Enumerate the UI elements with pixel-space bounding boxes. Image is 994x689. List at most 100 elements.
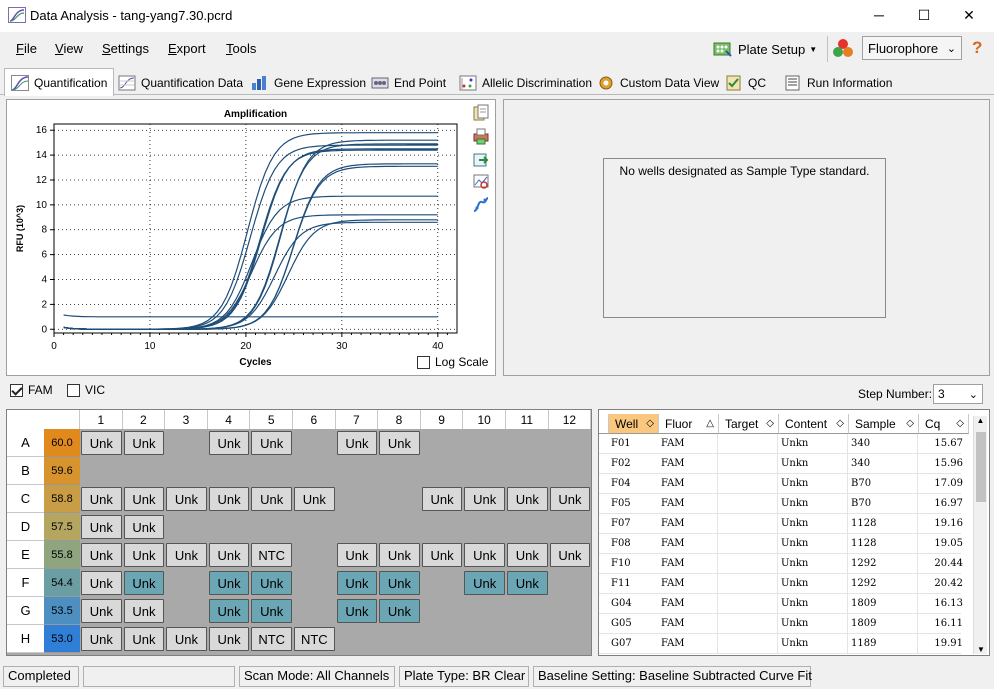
- plate-column-header[interactable]: 9: [420, 410, 464, 429]
- sort-icon[interactable]: ◇: [646, 418, 654, 429]
- fam-check[interactable]: [10, 383, 23, 397]
- fluorophore-color-button[interactable]: [827, 36, 857, 62]
- table-row[interactable]: F02 FAM Unkn 340 15.96: [599, 454, 963, 474]
- table-row[interactable]: F07 FAM Unkn 1128 19.16: [599, 514, 963, 534]
- plate-row-header[interactable]: D: [7, 513, 44, 541]
- table-row[interactable]: F10 FAM Unkn 1292 20.44: [599, 554, 963, 574]
- close-button[interactable]: ✕: [946, 0, 992, 30]
- plate-column-header[interactable]: 1: [80, 410, 123, 429]
- table-row[interactable]: G04 FAM Unkn 1809 16.13: [599, 594, 963, 614]
- log-scale-checkbox[interactable]: Log Scale: [417, 355, 488, 369]
- plate-well[interactable]: Unk: [208, 599, 250, 623]
- plate-well[interactable]: Unk: [123, 487, 165, 511]
- vic-checkbox[interactable]: VIC: [67, 383, 105, 397]
- plate-well[interactable]: Unk: [208, 431, 250, 455]
- plate-well[interactable]: Unk: [336, 543, 378, 567]
- plate-row-header[interactable]: H: [7, 625, 44, 653]
- menu-export[interactable]: Export: [168, 41, 206, 56]
- column-header-cq[interactable]: Cq ◇: [919, 414, 969, 434]
- plate-well[interactable]: Unk: [81, 627, 122, 651]
- plate-well[interactable]: Unk: [81, 599, 122, 623]
- scroll-down-icon[interactable]: ▼: [974, 645, 988, 654]
- tab-allelic-discrimination[interactable]: Allelic Discrimination: [453, 70, 598, 95]
- plate-column-header[interactable]: 5: [250, 410, 293, 429]
- tab-quantification[interactable]: Quantification: [4, 68, 115, 96]
- column-header-sample[interactable]: Sample ◇: [849, 414, 919, 434]
- copy-icon[interactable]: [473, 104, 489, 122]
- table-row[interactable]: F04 FAM Unkn B70 17.09: [599, 474, 963, 494]
- plate-well[interactable]: Unk: [379, 599, 420, 623]
- fluorophore-select[interactable]: Fluorophore ⌄: [862, 36, 962, 60]
- menu-tools[interactable]: Tools: [226, 41, 256, 56]
- plate-well[interactable]: Unk: [294, 487, 335, 511]
- menu-settings[interactable]: Settings: [102, 41, 149, 56]
- plate-well[interactable]: Unk: [507, 571, 548, 595]
- plate-row-header[interactable]: C: [7, 485, 44, 513]
- plate-column-header[interactable]: 6: [293, 410, 336, 429]
- plate-well[interactable]: Unk: [464, 571, 505, 595]
- sort-icon[interactable]: △: [706, 418, 714, 429]
- log-scale-check[interactable]: [417, 355, 430, 369]
- minimize-button[interactable]: ─: [856, 0, 902, 30]
- menu-view[interactable]: View: [55, 41, 83, 56]
- column-header-well[interactable]: Well ◇: [609, 414, 659, 434]
- column-header-target[interactable]: Target ◇: [719, 414, 779, 434]
- amplification-chart[interactable]: Amplification 0 10 20 30 40 0 2 4 6 8 10 12 14 16 Cycle…: [7, 100, 495, 375]
- plate-well[interactable]: Unk: [379, 543, 420, 567]
- plate-row-header[interactable]: B: [7, 457, 44, 485]
- step-number-select[interactable]: 3 ⌄: [933, 384, 983, 404]
- plate-column-header[interactable]: 7: [335, 410, 379, 429]
- plate-well[interactable]: NTC: [251, 543, 292, 567]
- print-icon[interactable]: [473, 127, 489, 145]
- plate-well[interactable]: Unk: [251, 599, 292, 623]
- plate-well[interactable]: Unk: [123, 543, 165, 567]
- plate-well[interactable]: Unk: [123, 431, 165, 455]
- plate-well[interactable]: Unk: [379, 571, 420, 595]
- plate-row-header[interactable]: G: [7, 597, 44, 625]
- sort-icon[interactable]: ◇: [906, 418, 914, 429]
- table-row[interactable]: G05 FAM Unkn 1809 16.11: [599, 614, 963, 634]
- table-scrollbar[interactable]: ▲ ▼: [973, 416, 987, 654]
- tab-end-point[interactable]: End Point: [365, 70, 452, 95]
- plate-well[interactable]: Unk: [464, 543, 505, 567]
- sort-icon[interactable]: ◇: [956, 418, 964, 429]
- plate-well[interactable]: Unk: [251, 487, 292, 511]
- plate-well[interactable]: Unk: [208, 571, 250, 595]
- plate-well[interactable]: Unk: [81, 543, 122, 567]
- plate-column-header[interactable]: 3: [165, 410, 208, 429]
- column-header-content[interactable]: Content ◇: [779, 414, 849, 434]
- plate-well[interactable]: Unk: [208, 543, 250, 567]
- plate-well[interactable]: NTC: [294, 627, 335, 651]
- plate-well[interactable]: Unk: [81, 431, 122, 455]
- tab-custom-data-view[interactable]: Custom Data View: [591, 70, 725, 95]
- table-row[interactable]: F05 FAM Unkn B70 16.97: [599, 494, 963, 514]
- plate-corner[interactable]: [7, 410, 80, 429]
- vic-check[interactable]: [67, 383, 80, 397]
- plate-well[interactable]: Unk: [507, 487, 548, 511]
- plate-column-header[interactable]: 11: [506, 410, 549, 429]
- plate-well[interactable]: Unk: [166, 627, 207, 651]
- table-row[interactable]: F08 FAM Unkn 1128 19.05: [599, 534, 963, 554]
- plate-well[interactable]: Unk: [208, 487, 250, 511]
- plate-row-header[interactable]: E: [7, 541, 44, 569]
- plate-well[interactable]: Unk: [251, 431, 292, 455]
- plate-well[interactable]: Unk: [507, 543, 548, 567]
- tab-gene-expression[interactable]: Gene Expression: [245, 70, 372, 95]
- plate-well[interactable]: Unk: [166, 543, 207, 567]
- plate-well[interactable]: Unk: [336, 571, 378, 595]
- tab-quantification-data[interactable]: Quantification Data: [112, 70, 249, 95]
- menu-file[interactable]: File: [16, 41, 37, 56]
- plate-well[interactable]: Unk: [123, 599, 165, 623]
- plate-well[interactable]: Unk: [464, 487, 505, 511]
- tab-run-information[interactable]: Run Information: [778, 70, 898, 95]
- plate-well[interactable]: Unk: [81, 487, 122, 511]
- plate-well[interactable]: Unk: [123, 571, 165, 595]
- scroll-thumb[interactable]: [976, 432, 986, 502]
- plate-row-header[interactable]: F: [7, 569, 44, 597]
- table-row[interactable]: F11 FAM Unkn 1292 20.42: [599, 574, 963, 594]
- plate-row-header[interactable]: A: [7, 429, 44, 457]
- plate-well[interactable]: Unk: [421, 543, 463, 567]
- plate-setup-button[interactable]: Plate Setup ▼: [712, 38, 820, 60]
- plate-column-header[interactable]: 10: [463, 410, 506, 429]
- plate-well[interactable]: Unk: [549, 543, 591, 567]
